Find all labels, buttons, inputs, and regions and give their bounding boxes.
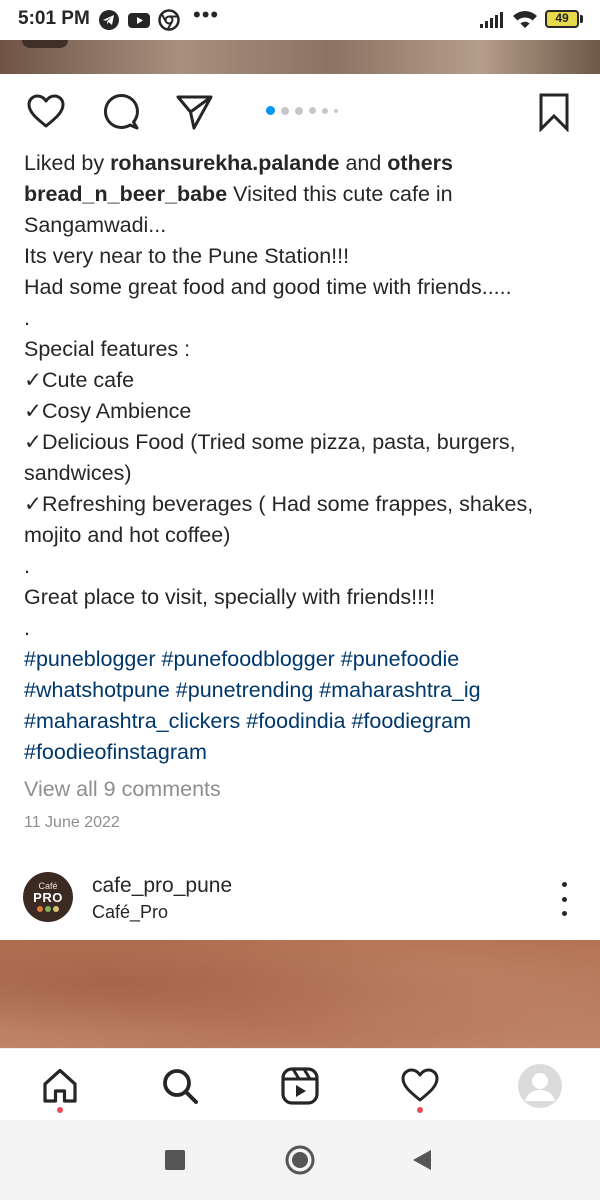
caption-line: Had some great food and good time with f… [24,275,512,299]
carousel-dot [322,107,328,114]
recents-square-icon[interactable] [155,1140,195,1180]
home-icon[interactable] [35,1061,85,1111]
bottom-navigation [0,1048,600,1121]
hashtag-line[interactable]: #puneblogger #punefoodblogger #punefoodi… [24,644,584,675]
post-image[interactable] [0,40,600,74]
caption-line: ✓Refreshing beverages ( Had some frappes… [24,492,534,516]
caption-line: ✓Delicious Food (Tried some pizza, pasta… [24,430,516,454]
caption-line: . [24,554,30,578]
carousel-dot-active [266,106,275,115]
carousel-indicator [266,106,338,115]
next-post-subtitle[interactable]: Café_Pro [92,902,168,923]
caption-line: Its very near to the Pune Station!!! [24,244,350,268]
save-bookmark-icon[interactable] [530,88,578,136]
caption-line: Great place to visit, specially with fri… [24,585,436,609]
post-action-row [0,88,600,136]
hashtag-line[interactable]: #foodieofinstagram [24,737,584,768]
liked-by-user-link[interactable]: rohansurekha.palande [110,151,339,175]
hashtag-line[interactable]: #whatshotpune #punetrending #maharashtra… [24,675,584,706]
caption-username-link[interactable]: bread_n_beer_babe [24,182,227,206]
avatar-dots [37,906,59,912]
caption-first-line: bread_n_beer_babe Visited this cute cafe… [24,182,453,206]
next-post-header: Café PRO cafe_pro_pune Café_Pro [0,862,600,934]
caption-line: Sangamwadi... [24,213,167,237]
carousel-dot [281,106,289,115]
cafe-pro-avatar[interactable]: Café PRO [23,872,73,922]
comment-icon[interactable] [97,88,145,136]
status-bar: 5:01 PM ••• 49 [0,0,600,40]
battery-icon: 49 [545,10,585,30]
telegram-icon [98,9,120,36]
search-icon[interactable] [155,1061,205,1111]
caption-line: ✓Cosy Ambience [24,399,192,423]
post-caption-area: Liked by rohansurekha.palande and others… [24,148,584,838]
reels-icon[interactable] [275,1061,325,1111]
carousel-dot [309,107,316,114]
like-heart-icon[interactable] [22,88,70,136]
caption-line: . [24,616,30,640]
avatar-text-main: PRO [33,890,63,905]
next-post-username[interactable]: cafe_pro_pune [92,874,232,898]
youtube-icon [127,9,151,36]
status-time: 5:01 PM [18,8,90,29]
signal-icon [480,12,504,33]
battery-level: 49 [555,11,569,25]
view-all-comments-link[interactable]: View all 9 comments [24,774,584,805]
carousel-dot [334,108,338,113]
caption-line: . [24,306,30,330]
more-notifications-icon: ••• [193,2,220,27]
liked-by-others-link[interactable]: others [387,151,453,175]
next-post-image[interactable] [0,940,600,1048]
caption-line: sandwices) [24,461,132,485]
more-options-icon[interactable] [548,882,580,916]
activity-notification-dot [417,1107,423,1113]
chrome-icon [158,9,180,36]
share-send-icon[interactable] [170,88,218,136]
liked-by-line[interactable]: Liked by rohansurekha.palande and others [24,148,584,179]
heart-icon[interactable] [395,1061,445,1111]
home-circle-icon[interactable] [280,1140,320,1180]
post-date: 11 June 2022 [24,814,120,831]
caption-line: ✓Cute cafe [24,368,135,392]
profile-avatar[interactable] [515,1061,565,1111]
carousel-dot [295,106,303,115]
caption-line: mojito and hot coffee) [24,523,231,547]
wifi-icon [512,10,538,35]
system-navigation-bar [0,1120,600,1200]
hashtag-line[interactable]: #maharashtra_clickers #foodindia #foodie… [24,706,584,737]
back-triangle-icon[interactable] [402,1140,442,1180]
home-notification-dot [57,1107,63,1113]
caption-line: Special features : [24,337,191,361]
